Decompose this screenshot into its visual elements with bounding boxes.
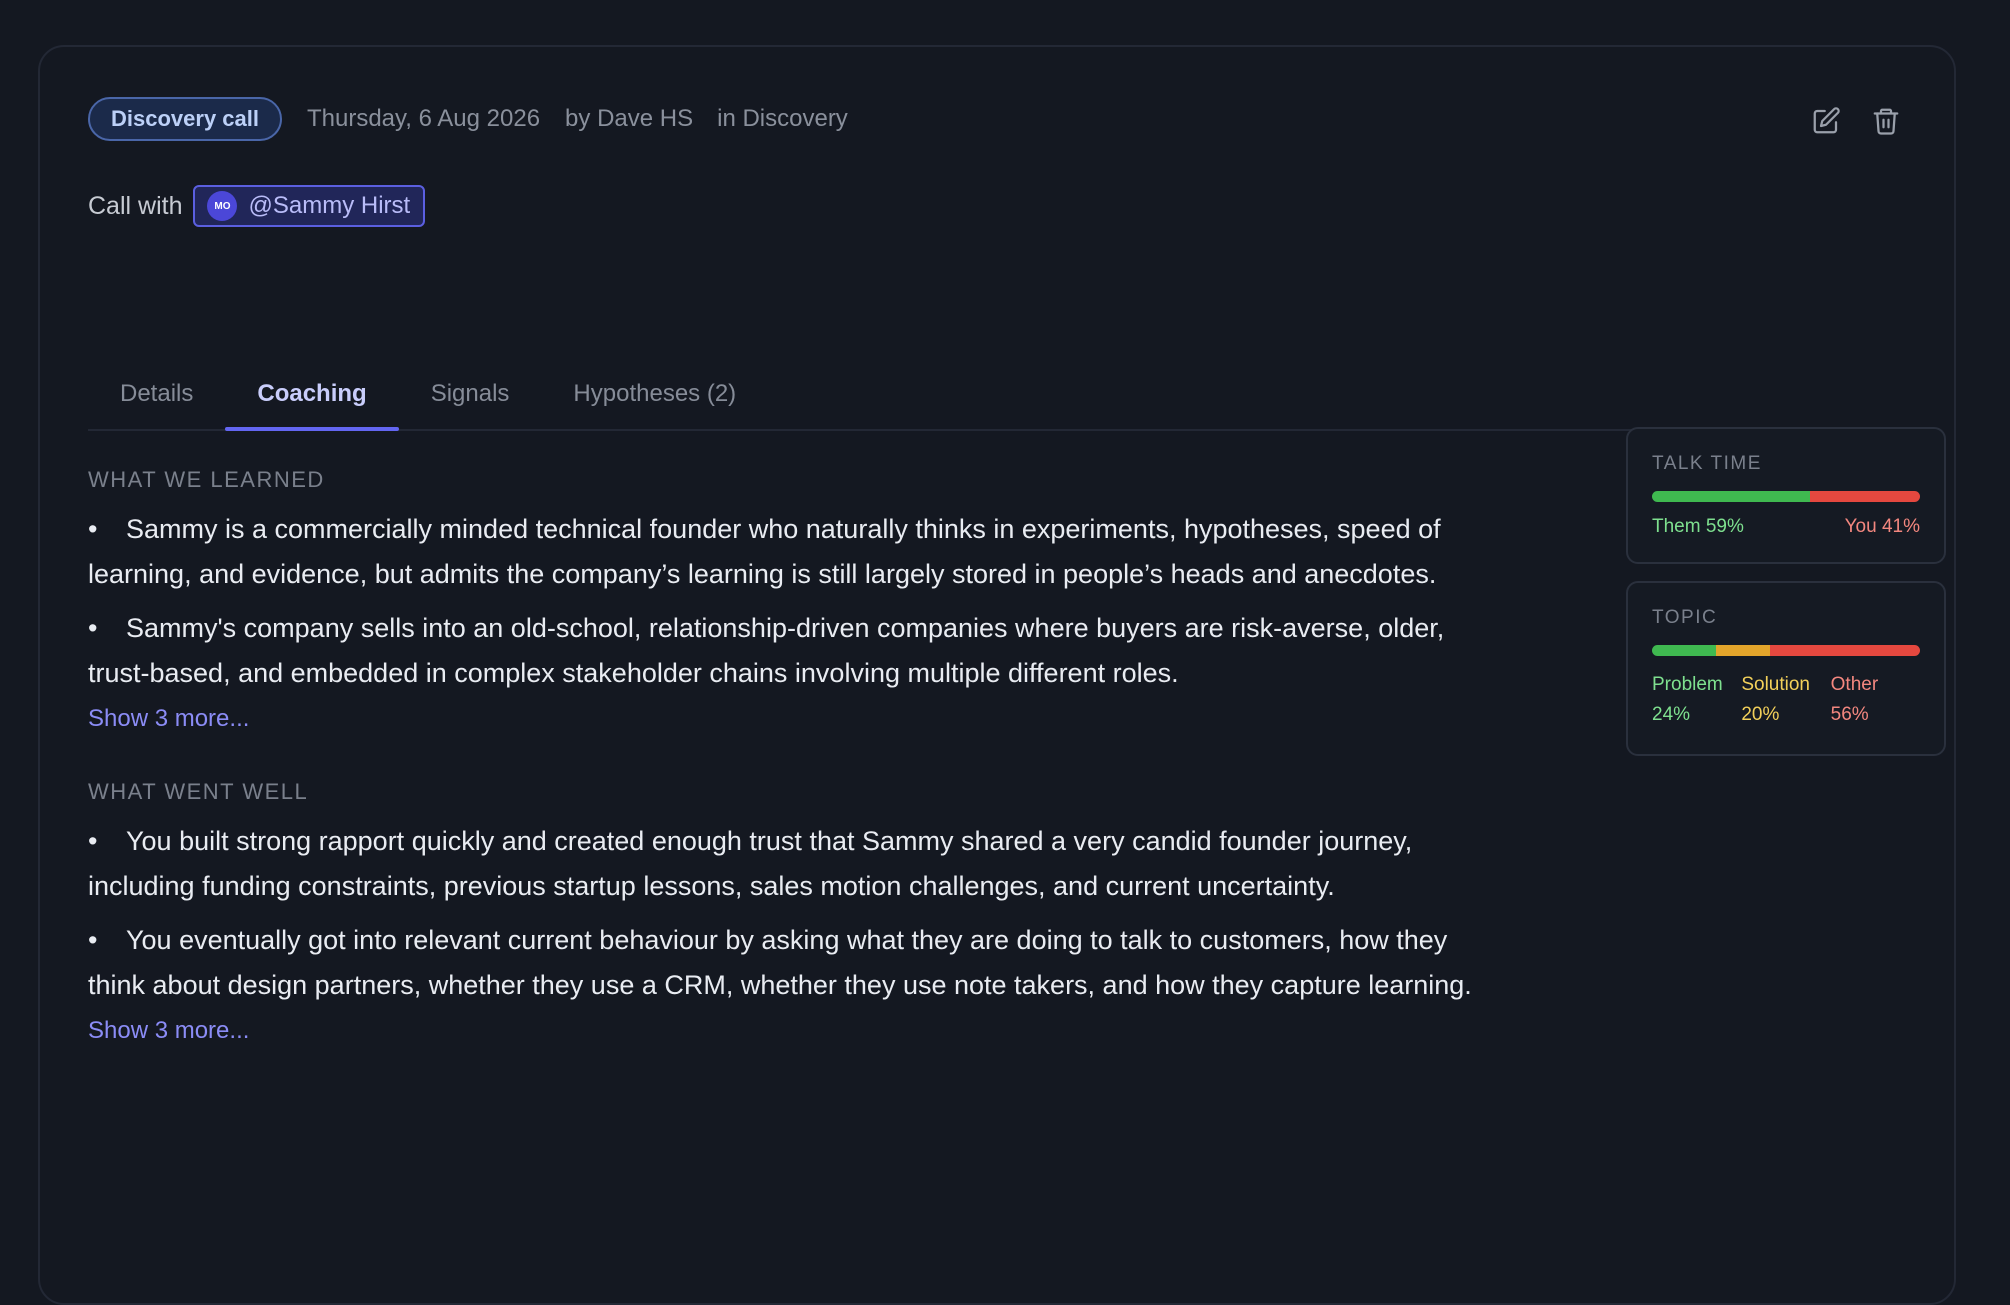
call-actions [1810,105,1902,137]
talk-time-legend: Them 59% You 41% [1652,516,1920,538]
topic-name: Solution [1741,674,1810,695]
topic-card: TOPIC Problem 24% Solution 20% Other 56% [1626,581,1946,756]
bullet-icon: • [88,826,98,856]
topic-bar [1652,645,1920,656]
call-card: Discovery call Thursday, 6 Aug 2026 by D… [38,45,1956,1305]
talk-time-title: TALK TIME [1652,453,1762,474]
avatar: MO [207,191,238,221]
call-header: Discovery call Thursday, 6 Aug 2026 by D… [88,95,848,143]
talk-time-them-label: Them 59% [1652,516,1744,537]
section-title: WHAT WENT WELL [88,779,309,804]
list-item-text: You eventually got into relevant current… [88,925,1472,1000]
list-item: • You eventually got into relevant curren… [88,918,1488,1008]
topic-problem-legend: Problem 24% [1652,670,1741,730]
call-author: by Dave HS [565,105,694,132]
list-item: • Sammy's company sells into an old-schoo… [88,606,1488,696]
bullet-icon: • [88,514,98,544]
went-well-list: • You built strong rapport quickly and cr… [88,819,1488,1008]
edit-icon[interactable] [1810,105,1842,137]
talk-time-bar [1652,491,1920,502]
contact-name: @Sammy Hirst [248,192,411,219]
what-went-well-section: WHAT WENT WELL • You built strong rapport… [88,779,1488,1045]
topic-legend: Problem 24% Solution 20% Other 56% [1652,670,1920,730]
tab-details[interactable]: Details [88,359,225,429]
show-more-link[interactable]: Show 3 more... [88,1017,249,1045]
topic-percent: 24% [1652,704,1691,725]
topic-other-segment [1769,645,1920,656]
list-item-text: Sammy is a commercially minded technical… [88,514,1441,589]
tab-bar: Details Coaching Signals Hypotheses (2) [88,359,1908,431]
topic-name: Problem [1652,674,1723,695]
bullet-icon: • [88,613,98,643]
topic-solution-segment [1716,645,1770,656]
section-title: WHAT WE LEARNED [88,467,325,492]
talk-time-you-label: You 41% [1844,516,1920,537]
call-type-badge[interactable]: Discovery call [88,97,282,141]
topic-name: Other [1830,674,1879,695]
show-more-link[interactable]: Show 3 more... [88,705,249,733]
list-item-text: You built strong rapport quickly and cre… [88,826,1413,901]
tab-signals[interactable]: Signals [399,359,542,429]
call-with-row: Call with MO @Sammy Hirst [88,185,426,227]
topic-title: TOPIC [1652,607,1718,628]
call-with-label: Call with [88,191,183,220]
trash-icon[interactable] [1870,105,1902,137]
talk-time-card: TALK TIME Them 59% You 41% [1626,427,1946,564]
topic-problem-segment [1652,645,1717,656]
call-stage: in Discovery [717,105,848,132]
coaching-content: WHAT WE LEARNED • Sammy is a commercially… [88,467,1488,1045]
topic-other-legend: Other 56% [1831,670,1920,730]
tab-coaching[interactable]: Coaching [225,359,400,431]
topic-solution-legend: Solution 20% [1741,670,1830,730]
what-we-learned-section: WHAT WE LEARNED • Sammy is a commercially… [88,467,1488,733]
list-item-text: Sammy's company sells into an old-school… [88,613,1445,688]
topic-percent: 56% [1830,704,1869,725]
contact-mention[interactable]: MO @Sammy Hirst [193,185,426,227]
list-item: • You built strong rapport quickly and cr… [88,819,1488,909]
list-item: • Sammy is a commercially minded technica… [88,507,1488,597]
topic-percent: 20% [1741,704,1780,725]
talk-time-you-segment [1810,491,1920,502]
talk-time-them-segment [1652,491,1811,502]
tab-hypotheses[interactable]: Hypotheses (2) [541,359,768,429]
call-date: Thursday, 6 Aug 2026 [306,105,541,132]
learned-list: • Sammy is a commercially minded technica… [88,507,1488,696]
bullet-icon: • [88,925,98,955]
